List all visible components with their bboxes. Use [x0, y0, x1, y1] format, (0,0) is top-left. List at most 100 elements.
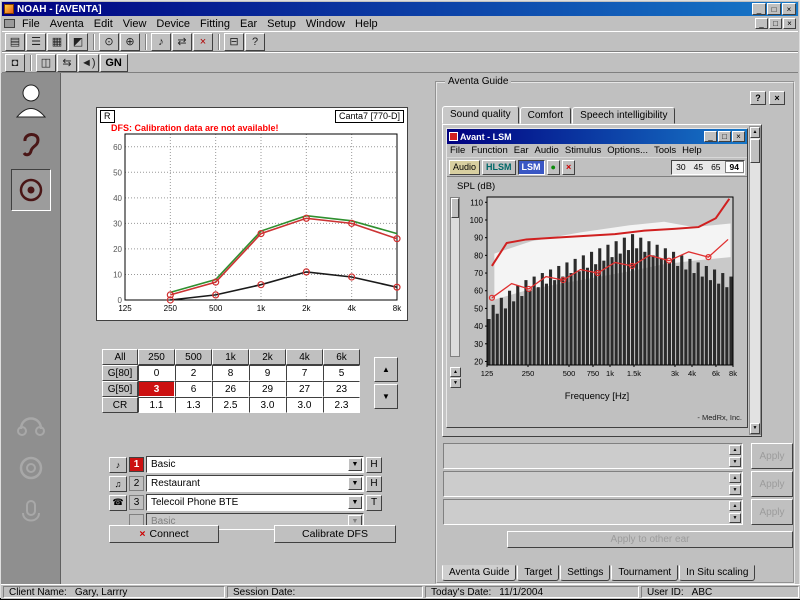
scroll-down-icon[interactable]: ▼	[729, 513, 741, 523]
program-mode-button[interactable]: T	[366, 495, 382, 511]
gain-cell[interactable]: 2.3	[323, 397, 360, 413]
client-list-icon[interactable]: ☰	[26, 33, 46, 51]
program-type-icon[interactable]: ☎	[109, 495, 127, 511]
maximize-button[interactable]: □	[769, 18, 782, 29]
scroll-up-icon[interactable]: ▲	[750, 127, 760, 138]
menu-item-file[interactable]: File	[17, 18, 45, 30]
lsm-menu-audio[interactable]: Audio	[532, 145, 562, 156]
gain-cell[interactable]: 6	[175, 381, 212, 397]
lsm-menu-tools[interactable]: Tools	[651, 145, 679, 156]
menu-item-device[interactable]: Device	[151, 18, 195, 30]
close-button[interactable]: ×	[732, 131, 745, 142]
gain-up-button[interactable]: ▲	[374, 357, 398, 382]
menu-item-aventa[interactable]: Aventa	[45, 18, 89, 30]
guide-help-button[interactable]: ?	[750, 91, 766, 105]
tab-target[interactable]: Target	[517, 565, 559, 581]
program-select-1[interactable]: Basic▼	[146, 456, 364, 473]
lsm-title-bar[interactable]: Avant - LSM _□×	[447, 129, 747, 144]
gain-cell[interactable]: 9	[249, 365, 286, 381]
level-65[interactable]: 65	[707, 162, 724, 172]
gain-table-col-500[interactable]: 500	[175, 349, 212, 365]
gain-table-col-1k[interactable]: 1k	[212, 349, 249, 365]
gain-table-col-4k[interactable]: 4k	[286, 349, 323, 365]
adjustment-row-2[interactable]: ▲▼	[443, 471, 743, 497]
scroll-up-icon[interactable]: ▲	[729, 501, 741, 511]
gain-down-button[interactable]: ▼	[374, 384, 398, 409]
menu-item-view[interactable]: View	[118, 18, 152, 30]
menu-item-window[interactable]: Window	[301, 18, 350, 30]
sidebar-client-button[interactable]	[11, 79, 51, 121]
scrollbar-thumb[interactable]	[451, 198, 459, 218]
row-header-G80[interactable]: G[80]	[102, 365, 138, 381]
minimize-button[interactable]: _	[752, 3, 766, 15]
menu-item-fitting[interactable]: Fitting	[195, 18, 235, 30]
maximize-button[interactable]: □	[718, 131, 731, 142]
gain-table-all-button[interactable]: All	[102, 349, 138, 365]
row-scrollbar[interactable]: ▲▼	[729, 445, 741, 467]
program-type-icon[interactable]: ♪	[109, 457, 127, 473]
gain-cell[interactable]: 0	[138, 365, 175, 381]
sidebar-fitting-button[interactable]	[11, 169, 51, 211]
minimize-button[interactable]: _	[755, 18, 768, 29]
zoom-icon[interactable]: ⊙	[99, 33, 119, 51]
client-transfer-icon[interactable]: ⇆	[57, 54, 77, 72]
level-45[interactable]: 45	[690, 162, 707, 172]
program-mode-button[interactable]: H	[366, 476, 382, 492]
hlsm-button[interactable]: HLSM	[482, 160, 516, 175]
menu-item-edit[interactable]: Edit	[89, 18, 118, 30]
guide-close-button[interactable]: ×	[769, 91, 785, 105]
delete-icon[interactable]: ×	[193, 33, 213, 51]
gn-button[interactable]: GN	[100, 54, 128, 72]
gain-cell[interactable]: 26	[212, 381, 249, 397]
close-button[interactable]: ×	[782, 3, 796, 15]
tab-in-situ-scaling[interactable]: In Situ scaling	[679, 565, 755, 581]
apply-button-2[interactable]: Apply	[751, 471, 793, 497]
lsm-menu-function[interactable]: Function	[468, 145, 510, 156]
lsm-menu-stimulus[interactable]: Stimulus	[562, 145, 604, 156]
program-type-icon[interactable]: ♫	[109, 476, 127, 492]
gain-cell[interactable]: 8	[212, 365, 249, 381]
lsm-button[interactable]: LSM	[518, 160, 545, 175]
gain-cell[interactable]: 7	[286, 365, 323, 381]
gain-cell[interactable]: 3	[138, 381, 175, 397]
tab-aventa-guide[interactable]: Aventa Guide	[442, 565, 516, 581]
audio-button[interactable]: Audio	[449, 160, 480, 175]
gain-cell[interactable]: 23	[323, 381, 360, 397]
menu-item-ear[interactable]: Ear	[235, 18, 262, 30]
gain-cell[interactable]: 29	[249, 381, 286, 397]
transfer-icon[interactable]: ⇄	[172, 33, 192, 51]
guide-scrollbar[interactable]: ▲ ▼	[749, 126, 761, 435]
sidebar-audiogram-button[interactable]	[11, 125, 51, 167]
row-header-CR[interactable]: CR	[102, 397, 138, 413]
open-client-icon[interactable]: ▤	[5, 33, 25, 51]
apply-button-3[interactable]: Apply	[751, 499, 793, 525]
gain-table-col-250[interactable]: 250	[138, 349, 175, 365]
scroll-down-icon[interactable]: ▼	[729, 457, 741, 467]
scroll-up-icon[interactable]: ▲	[729, 445, 741, 455]
level-94[interactable]: 94	[725, 161, 744, 173]
lsm-menu-help[interactable]: Help	[679, 145, 705, 156]
tab-tournament[interactable]: Tournament	[611, 565, 678, 581]
apply-button-1[interactable]: Apply	[751, 443, 793, 469]
gain-cell[interactable]: 1.3	[175, 397, 212, 413]
start-measure-button[interactable]: ●	[547, 160, 560, 175]
dropdown-arrow-icon[interactable]: ▼	[348, 496, 362, 509]
gain-cell[interactable]: 2	[175, 365, 212, 381]
tab-settings[interactable]: Settings	[560, 565, 610, 581]
program-select-2[interactable]: Restaurant▼	[146, 475, 364, 492]
close-button[interactable]: ×	[783, 18, 796, 29]
row-scrollbar[interactable]: ▲▼	[729, 473, 741, 495]
level-30[interactable]: 30	[672, 162, 689, 172]
lsm-menu-ear[interactable]: Ear	[511, 145, 532, 156]
dropdown-arrow-icon[interactable]: ▼	[348, 458, 362, 471]
menu-item-help[interactable]: Help	[350, 18, 383, 30]
lsm-scroll-down-icon[interactable]: ▼	[450, 378, 461, 388]
scrollbar-thumb[interactable]	[750, 139, 760, 163]
audiogram-icon[interactable]: ◩	[68, 33, 88, 51]
scroll-down-icon[interactable]: ▼	[729, 485, 741, 495]
tab-comfort[interactable]: Comfort	[520, 107, 572, 124]
speaker-icon[interactable]: ◄)	[78, 54, 99, 72]
menu-item-setup[interactable]: Setup	[262, 18, 301, 30]
print-icon[interactable]: ⊟	[224, 33, 244, 51]
child-window-icon[interactable]	[4, 19, 15, 28]
